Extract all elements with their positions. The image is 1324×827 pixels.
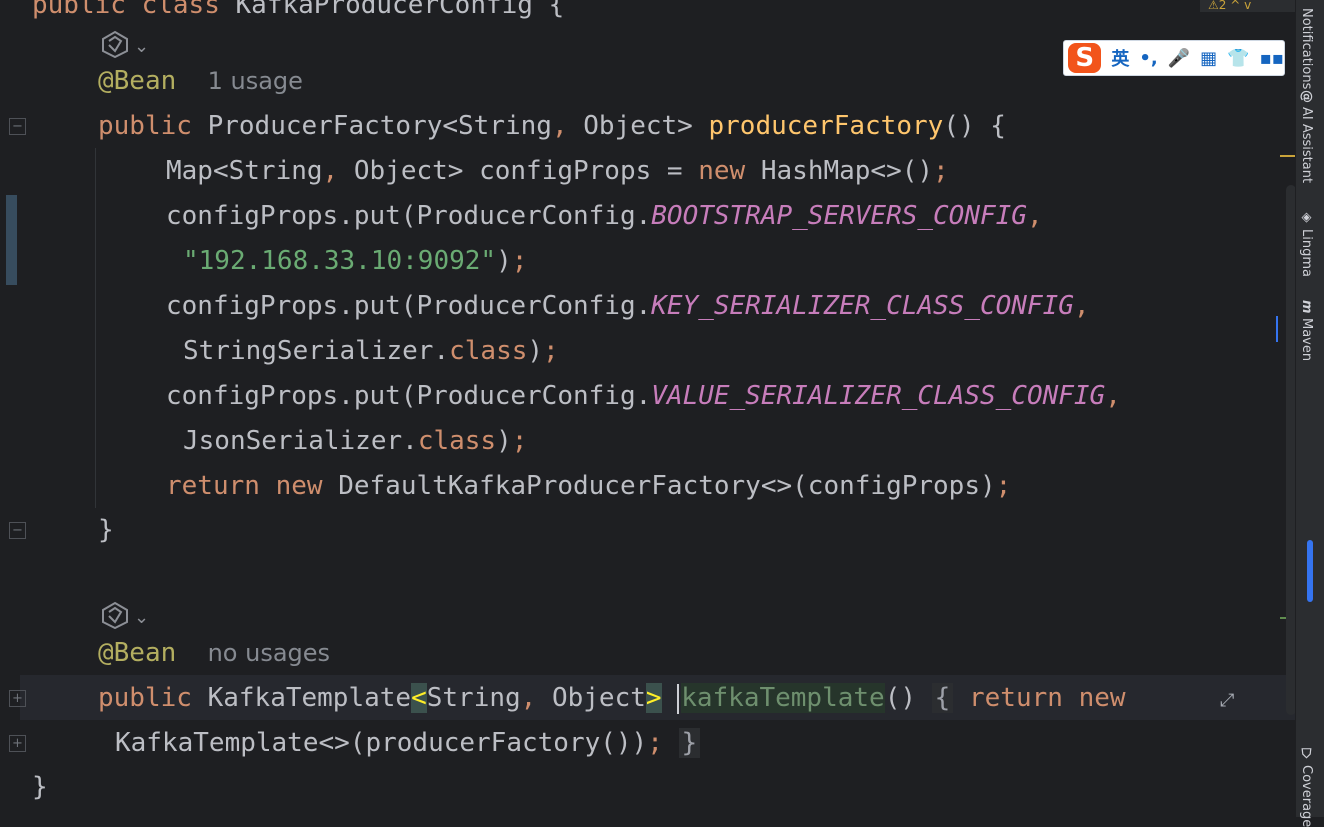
warning-stripe-marker[interactable]: [1280, 155, 1296, 157]
tool-tab-lingma[interactable]: ◈ Lingma: [1299, 210, 1314, 277]
fold-marker[interactable]: +: [9, 690, 26, 707]
code-line-class-close[interactable]: }: [32, 765, 48, 810]
chevron-down-icon: ⌄: [134, 36, 150, 57]
code-line-method-signature[interactable]: public KafkaTemplate<String, Object> kaf…: [98, 676, 1126, 721]
code-line-method-signature[interactable]: public ProducerFactory<String, Object> p…: [98, 104, 1006, 149]
volume-slider[interactable]: [1307, 540, 1313, 602]
code-line-return[interactable]: return new DefaultKafkaProducerFactory<>…: [166, 464, 1011, 509]
punctuation-toggle[interactable]: •,: [1139, 48, 1157, 69]
tool-tab-notifications[interactable]: Notifications: [1299, 4, 1314, 89]
matched-bracket: >: [645, 683, 662, 713]
usage-hint[interactable]: 1 usage: [208, 67, 303, 95]
language-toggle[interactable]: 英: [1111, 45, 1129, 71]
chevron-down-icon: ⌄: [134, 607, 150, 628]
toolbox-grid-icon[interactable]: ▪▪: [1260, 48, 1284, 69]
usage-hint[interactable]: no usages: [208, 639, 330, 667]
indent-guide: [95, 148, 96, 508]
code-line[interactable]: configProps.put(ProducerConfig.BOOTSTRAP…: [166, 194, 1043, 239]
code-line[interactable]: JsonSerializer.class);: [183, 419, 527, 464]
code-line-close-brace[interactable]: }: [98, 508, 114, 553]
fold-marker[interactable]: −: [9, 118, 26, 135]
microphone-icon[interactable]: 🎤: [1168, 48, 1190, 69]
right-tool-window-bar: Notifications @ AI Assistant ◈ Lingma m …: [1295, 0, 1324, 827]
matched-bracket: <: [411, 683, 427, 713]
at-icon: @: [1299, 90, 1314, 103]
inspection-widget[interactable]: ⚠2 ^ v: [1200, 0, 1304, 12]
code-line[interactable]: StringSerializer.class);: [183, 329, 559, 374]
folded-code-region[interactable]: {: [931, 683, 954, 713]
code-line[interactable]: KafkaTemplate<>(producerFactory()); }: [115, 721, 701, 766]
code-line-annotation[interactable]: @Bean no usages: [98, 631, 330, 676]
tool-tab-coverage[interactable]: ⛉ Coverage: [1299, 748, 1314, 827]
folded-code-region[interactable]: }: [678, 728, 701, 758]
tool-tab-maven[interactable]: m Maven: [1299, 300, 1314, 361]
scroll-position-marker: [1276, 316, 1278, 342]
code-line-class-header[interactable]: public class KafkaProducerConfig {: [32, 0, 564, 28]
keyboard-icon[interactable]: ▦: [1200, 48, 1217, 69]
soft-wrap-icon: ⤢: [1220, 690, 1235, 711]
lingma-icon: ◈: [1299, 210, 1314, 225]
sogou-logo-icon[interactable]: S: [1068, 43, 1102, 73]
fold-marker[interactable]: −: [9, 522, 26, 539]
code-line[interactable]: Map<String, Object> configProps = new Ha…: [166, 149, 949, 194]
vcs-change-marker[interactable]: [6, 195, 17, 285]
tool-tab-ai-assistant[interactable]: @ AI Assistant: [1299, 90, 1314, 183]
code-line[interactable]: configProps.put(ProducerConfig.VALUE_SER…: [166, 374, 1121, 419]
lingma-gutter-action[interactable]: ⌄: [100, 601, 149, 634]
code-line-annotation[interactable]: @Bean 1 usage: [98, 59, 303, 104]
code-line[interactable]: "192.168.33.10:9092");: [183, 239, 527, 284]
shield-icon: ⛉: [1299, 748, 1314, 761]
text-caret: [677, 683, 680, 714]
fold-marker[interactable]: +: [9, 735, 26, 752]
code-line[interactable]: configProps.put(ProducerConfig.KEY_SERIA…: [166, 284, 1090, 329]
lingma-icon: [100, 601, 130, 634]
skin-icon[interactable]: 👕: [1227, 48, 1249, 69]
ime-toolbar[interactable]: S 英 •, 🎤 ▦ 👕 ▪▪: [1063, 40, 1285, 76]
maven-icon: m: [1299, 300, 1314, 314]
